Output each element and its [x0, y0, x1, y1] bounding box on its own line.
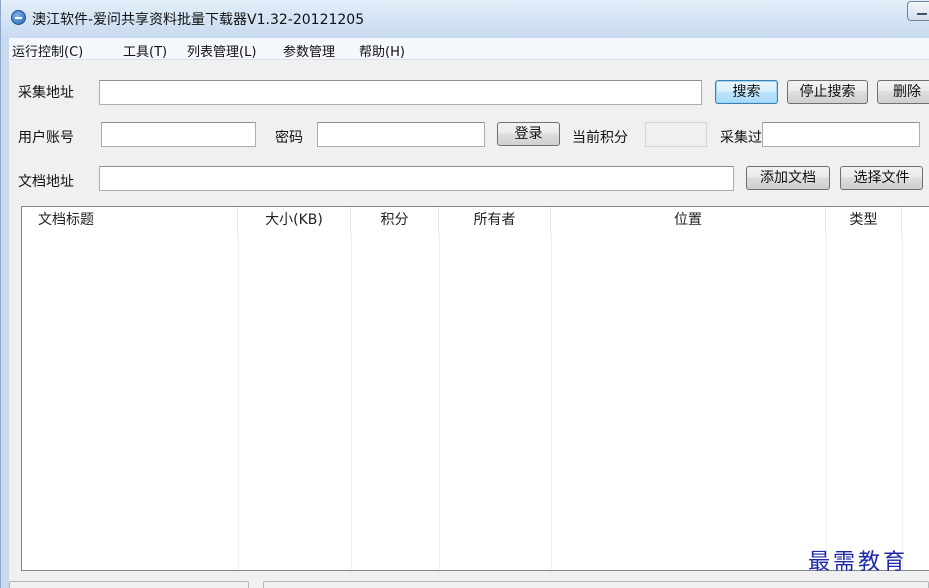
menu-run-control[interactable]: 运行控制(C) — [12, 41, 83, 60]
add-document-button[interactable]: 添加文档 — [746, 166, 830, 190]
account-input[interactable] — [102, 123, 255, 146]
column-header-type[interactable]: 类型 — [826, 207, 902, 234]
account-label: 用户账号 — [18, 130, 74, 146]
password-input[interactable] — [318, 123, 484, 146]
status-pane — [9, 581, 249, 588]
document-address-label: 文档地址 — [18, 174, 74, 190]
minimize-button[interactable] — [907, 1, 929, 21]
column-header-owner[interactable]: 所有者 — [439, 207, 551, 234]
menu-bar: 运行控制(C) 工具(T) 列表管理(L) 参数管理 帮助(H) — [9, 38, 929, 60]
list-header: 文档标题 大小(KB) 积分 所有者 位置 类型 — [22, 207, 929, 234]
menu-list-manage[interactable]: 列表管理(L) — [187, 41, 256, 60]
menu-params[interactable]: 参数管理 — [283, 41, 335, 60]
points-label: 当前积分 — [572, 130, 628, 146]
points-value — [646, 123, 706, 146]
document-address-input[interactable] — [100, 167, 733, 190]
window-title: 澳江软件-爱问共享资料批量下载器V1.32-20121205 — [32, 12, 365, 28]
title-bar: 澳江软件-爱问共享资料批量下载器V1.32-20121205 — [0, 0, 929, 38]
column-divider — [826, 234, 827, 570]
column-header-location[interactable]: 位置 — [551, 207, 826, 234]
status-pane — [263, 581, 929, 588]
menu-tools[interactable]: 工具(T) — [123, 41, 167, 60]
document-address-field[interactable] — [99, 166, 734, 191]
watermark-text: 最需教育 — [808, 550, 909, 575]
password-label: 密码 — [275, 130, 303, 146]
column-header-size[interactable]: 大小(KB) — [238, 207, 351, 234]
account-field[interactable] — [101, 122, 256, 147]
collect-address-input[interactable] — [100, 81, 701, 104]
choose-file-button[interactable]: 选择文件 — [840, 166, 923, 190]
column-header-points[interactable]: 积分 — [351, 207, 439, 234]
app-icon — [11, 10, 26, 25]
document-list[interactable]: 文档标题 大小(KB) 积分 所有者 位置 类型 — [21, 206, 929, 571]
column-header-title[interactable]: 文档标题 — [22, 207, 238, 234]
column-divider — [902, 234, 903, 570]
column-divider — [551, 234, 552, 570]
column-divider — [351, 234, 352, 570]
status-bar — [9, 579, 929, 588]
search-button[interactable]: 搜索 — [715, 80, 778, 104]
filter-input[interactable] — [763, 123, 919, 146]
login-button[interactable]: 登录 — [497, 122, 560, 146]
menu-help[interactable]: 帮助(H) — [359, 41, 405, 60]
column-divider — [439, 234, 440, 570]
password-field[interactable] — [317, 122, 485, 147]
delete-button[interactable]: 删除 — [877, 80, 929, 104]
points-field — [645, 122, 707, 147]
stop-search-button[interactable]: 停止搜索 — [787, 80, 868, 104]
filter-field[interactable] — [762, 122, 920, 147]
window-frame — [0, 38, 9, 588]
column-divider — [238, 234, 239, 570]
collect-address-field[interactable] — [99, 80, 702, 105]
collect-address-label: 采集地址 — [18, 85, 74, 101]
